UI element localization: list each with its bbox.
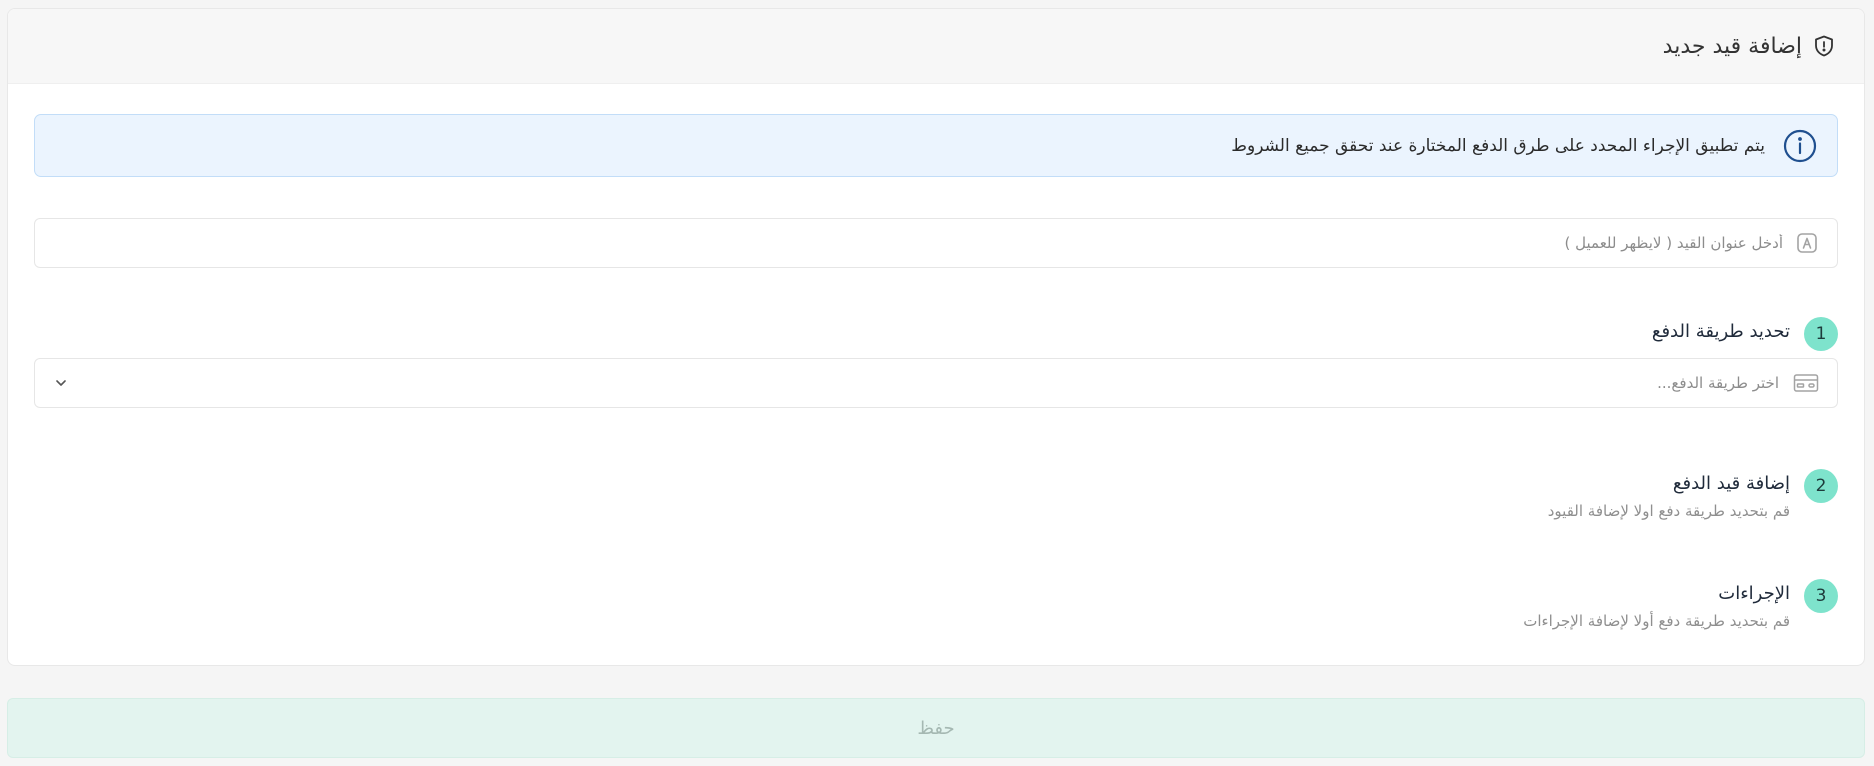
payment-select-placeholder: اختر طريقة الدفع... [1657, 374, 1779, 392]
text-field-icon [1795, 231, 1819, 255]
step-title: الإجراءات [1718, 583, 1790, 604]
step-payment-method: 1 تحديد طريقة الدفع [1652, 317, 1838, 351]
page-title: إضافة قيد جديد [1662, 33, 1802, 59]
step-number: 2 [1804, 469, 1838, 503]
payment-method-select[interactable]: اختر طريقة الدفع... [34, 358, 1838, 408]
step-number: 3 [1804, 579, 1838, 613]
step-actions: 3 الإجراءات قم بتحديد طريقة دفع أولا لإض… [1523, 579, 1838, 630]
credit-card-icon [1793, 373, 1819, 393]
step-text: الإجراءات قم بتحديد طريقة دفع أولا لإضاف… [1523, 579, 1790, 630]
rule-title-field [34, 218, 1838, 268]
save-button[interactable]: حفظ [7, 698, 1865, 758]
info-alert-text: يتم تطبيق الإجراء المحدد على طرق الدفع ا… [1231, 135, 1765, 156]
info-circle-icon [1783, 129, 1817, 163]
info-alert: يتم تطبيق الإجراء المحدد على طرق الدفع ا… [34, 114, 1838, 177]
step-text: إضافة قيد الدفع قم بتحديد طريقة دفع اولا… [1548, 469, 1790, 520]
step-subtitle: قم بتحديد طريقة دفع اولا لإضافة القيود [1547, 502, 1790, 520]
step-number: 1 [1804, 317, 1838, 351]
step-subtitle: قم بتحديد طريقة دفع أولا لإضافة الإجراءا… [1523, 612, 1790, 630]
rule-title-input[interactable] [35, 219, 1783, 267]
add-rule-card: إضافة قيد جديد يتم تطبيق الإجراء المحدد … [7, 8, 1865, 666]
step-payment-rule: 2 إضافة قيد الدفع قم بتحديد طريقة دفع او… [1548, 469, 1838, 520]
step-text: تحديد طريقة الدفع [1652, 317, 1790, 342]
step-title: إضافة قيد الدفع [1672, 473, 1790, 494]
step-title: تحديد طريقة الدفع [1651, 321, 1790, 342]
chevron-down-icon [53, 375, 69, 391]
shield-alert-icon [1812, 34, 1836, 58]
card-header: إضافة قيد جديد [8, 9, 1864, 84]
